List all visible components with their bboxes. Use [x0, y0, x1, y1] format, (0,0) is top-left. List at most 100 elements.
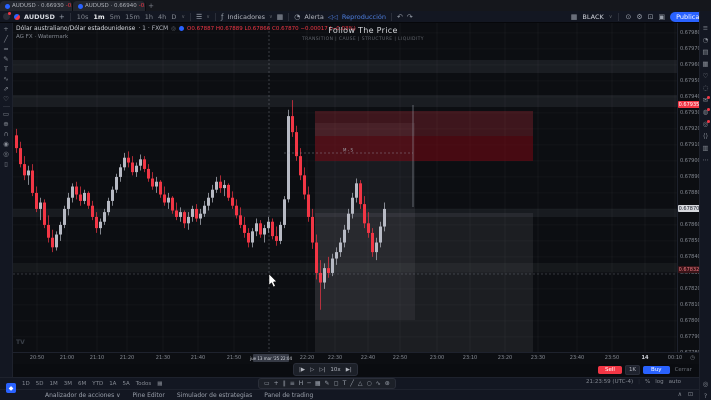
fav-grid-icon[interactable]: ▦: [315, 380, 321, 387]
skip-to-end-icon[interactable]: ▶|: [346, 367, 352, 373]
templates-icon[interactable]: ▦: [277, 13, 284, 21]
magnet-icon[interactable]: ∩: [4, 131, 9, 137]
redo-icon[interactable]: ↷: [407, 13, 413, 21]
quantity-button[interactable]: 1K: [625, 365, 640, 375]
fav-triangle-icon[interactable]: △: [358, 380, 363, 387]
interval-5m[interactable]: 5m: [109, 13, 121, 21]
indicator-legend[interactable]: AG FX · Watermark: [16, 34, 68, 40]
fav-callout-icon[interactable]: ◻: [334, 380, 339, 387]
range-1a[interactable]: 1A: [109, 381, 116, 387]
browser-tab[interactable]: AUDUSD · 0.66930-0.17%: [0, 1, 73, 11]
watchlist-icon[interactable]: ≡: [703, 25, 708, 32]
calendar-icon[interactable]: ▦: [702, 61, 708, 68]
fib-retracement-icon[interactable]: ≈: [3, 46, 8, 52]
collapse-panel-icon[interactable]: ∧: [678, 391, 682, 398]
go-to-date-icon[interactable]: ▦: [157, 381, 162, 387]
interval-1m[interactable]: 1m: [92, 13, 105, 21]
pattern-icon[interactable]: ∿: [3, 76, 8, 82]
fullscreen-icon[interactable]: ⊡: [648, 13, 654, 21]
notifications-icon[interactable]: ◎: [703, 121, 709, 128]
fav-circle-icon[interactable]: ○: [366, 380, 371, 387]
fav-horizontal-line-icon[interactable]: ─: [307, 380, 311, 387]
fav-settings-icon[interactable]: ⊛: [385, 380, 390, 387]
trend-line-icon[interactable]: ╱: [4, 36, 8, 42]
range-todos[interactable]: Todos: [136, 381, 152, 387]
range-ytd[interactable]: YTD: [92, 381, 103, 387]
price-scale[interactable]: 0.679800.679700.679600.679500.679400.679…: [677, 23, 700, 352]
fav-brush-icon[interactable]: ✎: [325, 380, 330, 387]
close-all-button[interactable]: Cerrar: [673, 366, 694, 374]
symbol-button[interactable]: AUDUSD: [24, 13, 55, 21]
alert-button[interactable]: Alerta: [304, 13, 323, 21]
minds-icon[interactable]: ◌: [703, 85, 709, 92]
step-forward-icon[interactable]: ▷|: [319, 367, 325, 373]
layout-icon[interactable]: ▦: [571, 13, 578, 21]
zone-box-drawing[interactable]: [315, 111, 533, 136]
alerts-icon[interactable]: ◔: [703, 37, 709, 44]
fav-flat-lines-icon[interactable]: ≡: [290, 380, 295, 387]
indicators-chevron-icon[interactable]: ∨: [269, 14, 273, 20]
layout-name-button[interactable]: BLACK: [582, 13, 603, 21]
interval-1h[interactable]: 1h: [144, 13, 154, 21]
undo-icon[interactable]: ↶: [397, 13, 403, 21]
log-scale-button[interactable]: log: [655, 379, 663, 385]
text-tool-icon[interactable]: T: [4, 66, 8, 72]
search-icon[interactable]: ⊙: [625, 13, 631, 21]
interval-4h[interactable]: 4h: [157, 13, 167, 21]
tradingview-logo[interactable]: TV: [16, 339, 25, 346]
range-6m[interactable]: 6M: [78, 381, 86, 387]
forecast-icon[interactable]: ⇗: [3, 86, 8, 92]
streams-icon[interactable]: ◍: [703, 109, 709, 116]
snapshot-camera-icon[interactable]: ▣: [658, 13, 665, 21]
footer-tab-2[interactable]: Pine Editor: [133, 392, 165, 399]
footer-tab-4[interactable]: Panel de trading: [264, 392, 313, 399]
maximize-panel-icon[interactable]: ⊡: [688, 391, 693, 398]
sell-button[interactable]: Sell: [598, 366, 622, 374]
lock-icon[interactable]: ◉: [3, 141, 9, 147]
fav-horizontal-ray-icon[interactable]: H: [299, 380, 304, 387]
remove-drawings-icon[interactable]: ▯: [4, 161, 8, 167]
brush-icon[interactable]: ✎: [3, 56, 8, 62]
fav-text-icon[interactable]: T: [343, 380, 347, 387]
chart-plot-area[interactable]: M - S Dólar australiano/Dólar estadounid…: [13, 23, 677, 352]
range-5a[interactable]: 5A: [122, 381, 129, 387]
zoom-in-icon[interactable]: ⊕: [3, 121, 8, 127]
browser-tab[interactable]: AUDUSD · 0.66940-0.17%: [73, 1, 146, 11]
percent-scale-button[interactable]: %: [645, 379, 650, 385]
fav-path-icon[interactable]: ∿: [376, 380, 381, 387]
fav-cross-icon[interactable]: +: [274, 380, 279, 387]
chat-icon[interactable]: ✉: [703, 97, 708, 104]
emoji-icon[interactable]: ♡: [3, 96, 9, 102]
ideas-icon[interactable]: ♡: [703, 73, 709, 80]
footer-tab-1[interactable]: Analizador de acciones ∨: [45, 392, 121, 399]
eye-icon[interactable]: ◎: [171, 26, 176, 32]
auto-scale-button[interactable]: auto: [669, 379, 681, 385]
buy-button[interactable]: Buy: [643, 366, 670, 374]
interval-15m[interactable]: 15m: [124, 13, 141, 21]
new-tab-button[interactable]: +: [146, 0, 156, 11]
candlestick-chart[interactable]: M - S: [13, 23, 677, 352]
interval-10s[interactable]: 10s: [76, 13, 90, 21]
compare-add-icon[interactable]: +: [59, 13, 65, 21]
layout-chevron-icon[interactable]: ∨: [609, 14, 613, 20]
jump-to-bar-icon[interactable]: |▶: [299, 367, 305, 373]
session-clock-icon[interactable]: ◷: [690, 355, 695, 361]
settings-gear-icon[interactable]: ⚙: [636, 13, 642, 21]
interval-D[interactable]: D: [170, 13, 177, 21]
interval-chevron-icon[interactable]: ∨: [181, 14, 185, 20]
fav-parallel-channel-icon[interactable]: ∥: [283, 380, 286, 387]
user-menu-avatar[interactable]: [3, 13, 10, 20]
help-badge[interactable]: ◆: [6, 383, 16, 393]
measure-icon[interactable]: ▭: [3, 111, 9, 117]
dom-icon[interactable]: ▥: [702, 145, 708, 152]
range-1m[interactable]: 1M: [49, 381, 57, 387]
publish-idea-icon[interactable]: ◎: [703, 381, 709, 388]
range-3m[interactable]: 3M: [64, 381, 72, 387]
candle-style-icon[interactable]: ☰: [196, 13, 202, 21]
range-1d[interactable]: 1D: [22, 381, 30, 387]
replay-button[interactable]: Reproducción: [342, 13, 386, 21]
help-icon[interactable]: ?: [704, 393, 707, 400]
object-tree-icon[interactable]: ⋯: [702, 157, 709, 164]
range-5d[interactable]: 5D: [36, 381, 44, 387]
play-icon[interactable]: ▷: [310, 367, 314, 373]
